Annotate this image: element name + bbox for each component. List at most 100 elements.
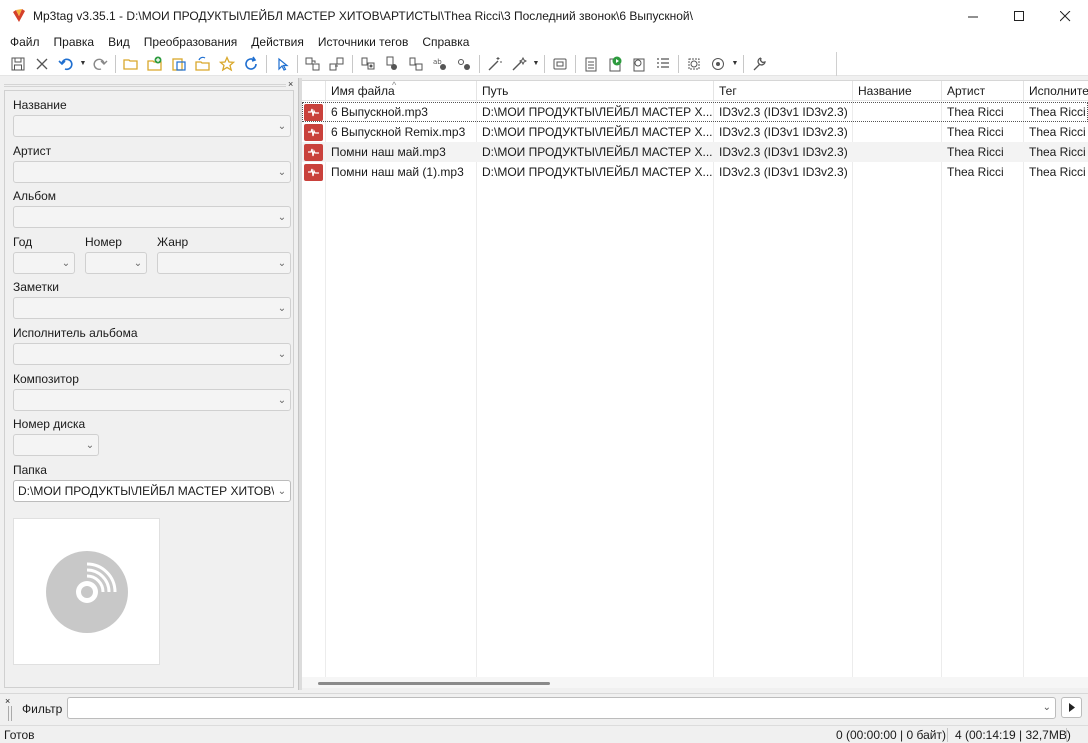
track-field[interactable]: ⌄ (85, 252, 147, 274)
mp3-file-icon (304, 143, 323, 161)
save-button[interactable] (6, 53, 30, 75)
quick-actions-button[interactable] (507, 53, 531, 75)
column-album-artist[interactable]: Исполнитель альбома (1024, 81, 1088, 101)
column-icon[interactable] (302, 81, 326, 101)
tag-filename-button[interactable] (301, 53, 325, 75)
column-gridlines (302, 101, 1088, 681)
tag-sources-dropdown[interactable]: ▼ (730, 53, 740, 75)
quick-actions-dropdown[interactable]: ▼ (531, 53, 541, 75)
toolbar-separator (544, 54, 545, 73)
filename-tag-button[interactable] (325, 53, 349, 75)
toolbar-end (836, 52, 837, 76)
close-button[interactable] (1042, 0, 1088, 32)
folder-field[interactable]: D:\МОИ ПРОДУКТЫ\ЛЕЙБЛ МАСТЕР ХИТОВ\АРТИС… (13, 480, 291, 502)
album-field[interactable]: ⌄ (13, 206, 291, 228)
menu-actions[interactable]: Действия (244, 32, 311, 52)
title-field[interactable]: ⌄ (13, 115, 291, 137)
redo-button[interactable] (88, 53, 112, 75)
filter-apply-button[interactable] (1061, 697, 1082, 718)
year-field[interactable]: ⌄ (13, 252, 75, 274)
disc-field[interactable]: ⌄ (13, 434, 99, 456)
column-path[interactable]: Путь (477, 81, 714, 101)
comment-field[interactable]: ⌄ (13, 297, 291, 319)
tag-tag-icon (409, 57, 423, 70)
remove-tag-button[interactable] (30, 53, 54, 75)
list-button[interactable] (651, 53, 675, 75)
playlist-button[interactable] (579, 53, 603, 75)
minimize-button[interactable] (950, 0, 996, 32)
artist-field[interactable]: ⌄ (13, 161, 291, 183)
cell-filename: 6 Выпускной.mp3 (331, 105, 428, 119)
cell-title (853, 162, 942, 182)
menu-edit[interactable]: Правка (47, 32, 102, 52)
status-bar: Готов 0 (00:00:00 | 0 байт) 4 (00:14:19 … (0, 725, 1088, 743)
filename-filename-button[interactable] (356, 53, 380, 75)
play-arrow-icon (1068, 703, 1075, 712)
cover-art[interactable] (13, 518, 160, 665)
mp3-file-icon (304, 163, 323, 181)
column-artist[interactable]: Артист (942, 81, 1024, 101)
close-icon (1059, 10, 1070, 21)
options-button[interactable] (747, 53, 771, 75)
favorites-button[interactable] (215, 53, 239, 75)
column-tag-label: Тег (719, 84, 737, 98)
undo-button[interactable] (54, 53, 78, 75)
filter-close-icon[interactable]: × (5, 696, 10, 706)
extended-tags-button[interactable] (167, 53, 191, 75)
table-row[interactable]: Помни наш май (1).mp3 D:\МОИ ПРОДУКТЫ\ЛЕ… (302, 162, 1088, 182)
export-button[interactable] (548, 53, 572, 75)
menu-convert[interactable]: Преобразования (137, 32, 245, 52)
tag-sources-button[interactable] (706, 53, 730, 75)
wand-icon (512, 56, 527, 70)
filter-grip[interactable] (8, 706, 12, 721)
change-directory-button[interactable] (119, 53, 143, 75)
column-title[interactable]: Название (853, 81, 942, 101)
tag-source-button[interactable] (627, 53, 651, 75)
comment-label: Заметки (13, 280, 59, 294)
maximize-button[interactable] (996, 0, 1042, 32)
tag-tag-button[interactable] (404, 53, 428, 75)
menu-file[interactable]: Файл (3, 32, 47, 52)
move-folder-button[interactable] (191, 53, 215, 75)
chevron-down-icon[interactable]: ⌄ (1043, 702, 1051, 713)
horizontal-scrollbar[interactable] (302, 677, 1088, 688)
track-label: Номер (85, 235, 122, 249)
mp3-file-icon (304, 103, 323, 121)
add-directory-button[interactable] (143, 53, 167, 75)
toolbar: ▼ ab ▼ ▼ (0, 52, 1088, 76)
panel-grip[interactable] (4, 84, 286, 87)
play-button[interactable] (603, 53, 627, 75)
composer-label: Композитор (13, 372, 79, 386)
cell-path: D:\МОИ ПРОДУКТЫ\ЛЕЙБЛ МАСТЕР Х... (482, 145, 713, 159)
toolbar-separator (352, 54, 353, 73)
menu-bar: Файл Правка Вид Преобразования Действия … (0, 32, 1088, 52)
web-source-button[interactable] (682, 53, 706, 75)
text-file-icon (386, 56, 397, 70)
chevron-down-icon: ⌄ (277, 211, 287, 223)
album-artist-field[interactable]: ⌄ (13, 343, 291, 365)
genre-field[interactable]: ⌄ (157, 252, 291, 274)
menu-view[interactable]: Вид (101, 32, 137, 52)
file-list[interactable]: Имя файла ^ Путь Тег Название Артист Исп… (302, 80, 1088, 688)
menu-help[interactable]: Справка (415, 32, 476, 52)
chevron-down-icon: ⌄ (133, 257, 143, 269)
text-file-tag-button[interactable] (380, 53, 404, 75)
auto-number-button[interactable] (483, 53, 507, 75)
column-tag[interactable]: Тег (714, 81, 853, 101)
remove-tag-icon (36, 58, 48, 69)
table-row[interactable]: Помни наш май.mp3 D:\МОИ ПРОДУКТЫ\ЛЕЙБЛ … (302, 142, 1088, 162)
panel-close-icon[interactable]: × (288, 79, 293, 89)
table-row[interactable]: 6 Выпускной Remix.mp3 D:\МОИ ПРОДУКТЫ\ЛЕ… (302, 122, 1088, 142)
composer-field[interactable]: ⌄ (13, 389, 291, 411)
menu-tag-sources[interactable]: Источники тегов (311, 32, 415, 52)
refresh-button[interactable] (239, 53, 263, 75)
column-filename[interactable]: Имя файла ^ (326, 81, 477, 101)
select-button[interactable] (270, 53, 294, 75)
abc-button[interactable]: ab (428, 53, 452, 75)
undo-dropdown[interactable]: ▼ (78, 53, 88, 75)
actions-run-button[interactable] (452, 53, 476, 75)
table-row[interactable]: 6 Выпускной.mp3 D:\МОИ ПРОДУКТЫ\ЛЕЙБЛ МА… (302, 102, 1088, 122)
filter-input[interactable]: ⌄ (67, 697, 1056, 719)
column-artist-label: Артист (947, 84, 986, 98)
scrollbar-thumb[interactable] (318, 682, 550, 685)
